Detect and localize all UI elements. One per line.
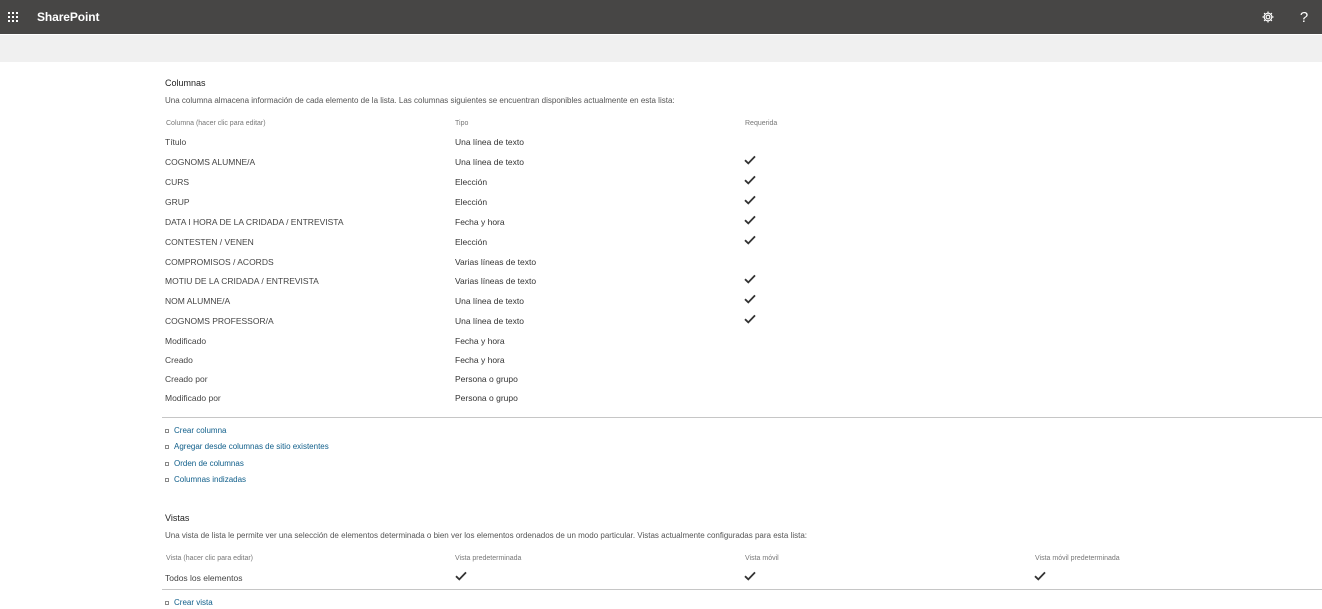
help-icon: ?: [1299, 8, 1309, 26]
column-type: Una línea de texto: [455, 137, 524, 147]
column-name-link[interactable]: Modificado: [165, 336, 206, 346]
indexed-columns-link-row: Columnas indizadas: [165, 475, 246, 484]
bullet-icon: [165, 461, 169, 466]
column-type-header: Tipo: [455, 120, 469, 127]
column-type: Varias líneas de texto: [455, 256, 537, 267]
bullet-icon: [165, 477, 169, 482]
column-name-link[interactable]: Creado por: [165, 374, 208, 384]
gear-icon: [1262, 11, 1274, 23]
app-title[interactable]: SharePoint: [37, 10, 99, 24]
column-type: Fecha y hora: [455, 354, 505, 365]
column-name-header: Columna (hacer clic para editar): [166, 120, 266, 127]
default-view-header: Vista predeterminada: [455, 555, 522, 562]
create-column-link-row: Crear columna: [165, 426, 226, 435]
column-name-link[interactable]: COGNOMS PROFESSOR/A: [165, 316, 274, 326]
column-type: Fecha y hora: [455, 335, 505, 346]
views-description: Una vista de lista le permite ver una se…: [165, 531, 807, 540]
settings-button[interactable]: [1250, 0, 1286, 34]
command-bar: [0, 35, 1322, 62]
column-required-header: Requerida: [745, 120, 778, 127]
column-name-link[interactable]: GRUP: [165, 197, 190, 207]
mobile-view-check-icon: [744, 571, 756, 581]
views-divider: [162, 589, 1322, 590]
app-launcher-button[interactable]: [0, 0, 26, 34]
column-order-link-row: Orden de columnas: [165, 459, 244, 468]
column-name-link[interactable]: Modificado por: [165, 393, 221, 403]
bullet-icon: [165, 444, 169, 449]
required-check-icon: [744, 294, 756, 304]
column-name-link[interactable]: COGNOMS ALUMNE/A: [165, 157, 255, 167]
view-name-header: Vista (hacer clic para editar): [166, 555, 254, 562]
required-check-icon: [744, 314, 756, 324]
waffle-icon: [8, 12, 18, 22]
required-check-icon: [744, 274, 756, 284]
column-type: Una línea de texto: [455, 295, 524, 306]
column-name-link[interactable]: Título: [165, 137, 186, 147]
view-name[interactable]: Todos los elementos: [165, 573, 243, 583]
required-check-icon: [744, 195, 756, 205]
create-column-link[interactable]: Crear columna: [174, 426, 226, 435]
column-type: Elección: [455, 196, 488, 207]
column-name-link[interactable]: Creado: [165, 355, 193, 365]
required-check-icon: [744, 155, 756, 165]
add-site-columns-link[interactable]: Agregar desde columnas de sitio existent…: [174, 442, 329, 451]
create-view-link-row: Crear vista: [165, 598, 213, 607]
help-button[interactable]: ?: [1286, 0, 1322, 34]
column-type: Persona o grupo: [455, 392, 518, 403]
column-name-link[interactable]: CONTESTEN / VENEN: [165, 237, 254, 247]
column-type: Una línea de texto: [455, 315, 524, 326]
column-type: Elección: [455, 176, 488, 187]
suite-bar: SharePoint ?: [0, 0, 1322, 34]
mobile-default-view-check-icon: [1034, 571, 1046, 581]
column-type: Elección: [455, 236, 488, 247]
column-name-link[interactable]: NOM ALUMNE/A: [165, 296, 230, 306]
views-title: Vistas: [165, 513, 190, 523]
columns-description: Una columna almacena información de cada…: [165, 96, 675, 105]
column-type: Varias líneas de texto: [455, 276, 537, 286]
column-name-link[interactable]: COMPROMISOS / ACORDS: [165, 257, 274, 267]
column-type: Persona o grupo: [455, 373, 518, 384]
required-check-icon: [744, 235, 756, 245]
required-check-icon: [744, 215, 756, 225]
column-order-link[interactable]: Orden de columnas: [174, 459, 244, 468]
add-site-columns-link-row: Agregar desde columnas de sitio existent…: [165, 442, 329, 451]
bullet-icon: [165, 428, 169, 433]
bullet-icon: [165, 600, 169, 605]
column-type: Una línea de texto: [455, 156, 524, 167]
columns-title: Columnas: [165, 78, 206, 88]
required-check-icon: [744, 175, 756, 185]
columns-divider: [162, 417, 1322, 418]
column-name-link[interactable]: DATA I HORA DE LA CRIDADA / ENTREVISTA: [165, 217, 344, 227]
mobile-view-header: Vista móvil: [745, 555, 779, 562]
list-settings-content: Columnas Una columna almacena informació…: [0, 62, 1322, 609]
mobile-default-view-header: Vista móvil predeterminada: [1035, 555, 1120, 562]
default-view-check-icon: [455, 571, 467, 581]
indexed-columns-link[interactable]: Columnas indizadas: [174, 475, 246, 484]
column-type: Fecha y hora: [455, 216, 505, 227]
column-name-link[interactable]: MOTIU DE LA CRIDADA / ENTREVISTA: [165, 276, 319, 286]
column-name-link[interactable]: CURS: [165, 177, 189, 187]
create-view-link[interactable]: Crear vista: [174, 598, 213, 607]
